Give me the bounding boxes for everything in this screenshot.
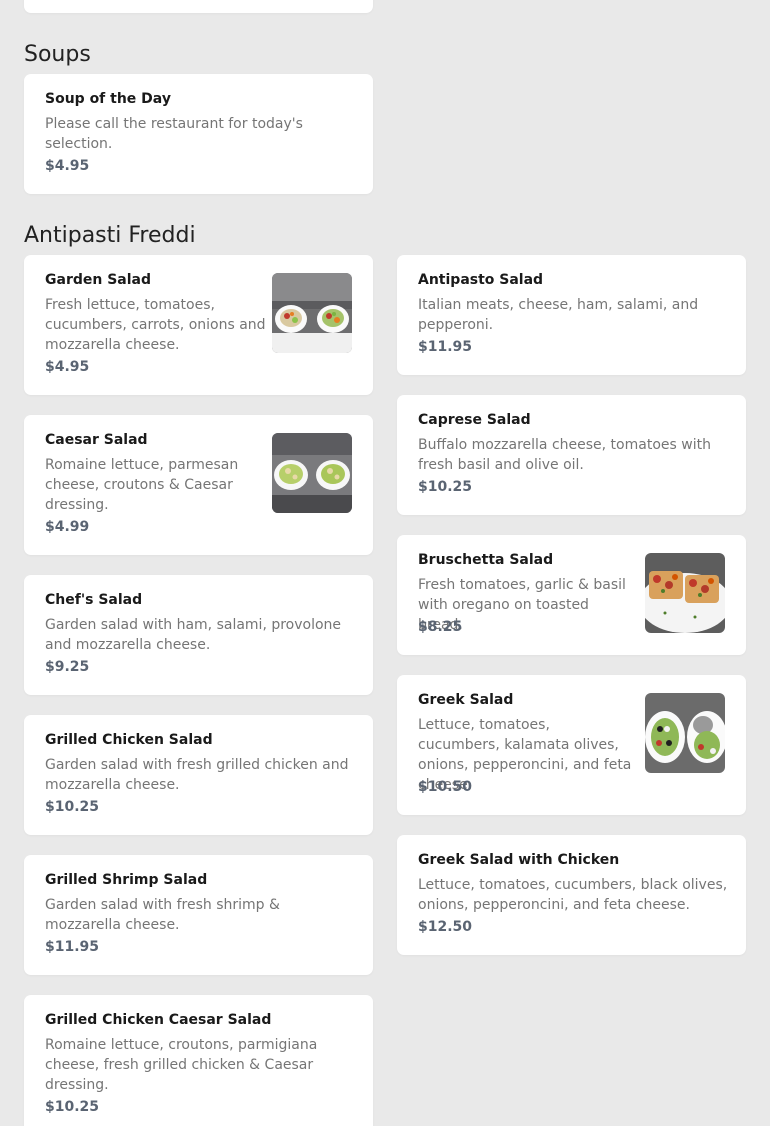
menu-item-greek-salad-with-chicken[interactable]: Greek Salad with Chicken Lettuce, tomato… xyxy=(397,835,746,955)
menu-item-caesar-salad[interactable]: Caesar Salad Romaine lettuce, parmesan c… xyxy=(24,415,373,555)
menu-item-grilled-shrimp-salad[interactable]: Grilled Shrimp Salad Garden salad with f… xyxy=(24,855,373,975)
item-price: $11.95 xyxy=(418,339,473,355)
item-name: Grilled Shrimp Salad xyxy=(45,872,208,888)
menu-item-chefs-salad[interactable]: Chef's Salad Garden salad with ham, sala… xyxy=(24,575,373,695)
item-description: Romaine lettuce, parmesan cheese, crouto… xyxy=(45,457,239,513)
item-price: $10.50 xyxy=(418,779,473,795)
item-price: $4.99 xyxy=(45,519,90,535)
bruschetta-salad-photo xyxy=(645,553,725,633)
item-price: $10.25 xyxy=(418,479,473,495)
item-price: $10.25 xyxy=(45,799,100,815)
item-price: $4.95 xyxy=(45,359,90,375)
menu-item-caprese-salad[interactable]: Caprese Salad Buffalo mozzarella cheese,… xyxy=(397,395,746,515)
item-price: $12.50 xyxy=(418,919,473,935)
menu-item-antipasto-salad[interactable]: Antipasto Salad Italian meats, cheese, h… xyxy=(397,255,746,375)
menu-item-bruschetta-salad[interactable]: Bruschetta Salad Fresh tomatoes, garlic … xyxy=(397,535,746,655)
caesar-salad-photo xyxy=(272,433,352,513)
item-price: $4.95 xyxy=(45,158,90,174)
item-description: Please call the restaurant for today's s… xyxy=(45,116,303,152)
item-description: Garden salad with fresh grilled chicken … xyxy=(45,757,349,793)
menu-item-card-partial[interactable] xyxy=(24,0,373,13)
item-description: Garden salad with fresh shrimp & mozzare… xyxy=(45,897,280,933)
item-price: $8.25 xyxy=(418,619,463,635)
item-name: Caprese Salad xyxy=(418,412,531,428)
item-description: Garden salad with ham, salami, provolone… xyxy=(45,617,342,653)
item-name: Greek Salad xyxy=(418,692,514,708)
menu-item-grilled-chicken-salad[interactable]: Grilled Chicken Salad Garden salad with … xyxy=(24,715,373,835)
menu-item-grilled-chicken-caesar-salad[interactable]: Grilled Chicken Caesar Salad Romaine let… xyxy=(24,995,373,1126)
section-title-soups: Soups xyxy=(24,42,91,67)
item-price: $9.25 xyxy=(45,659,90,675)
item-description: Italian meats, cheese, ham, salami, and … xyxy=(418,297,699,333)
menu-item-greek-salad[interactable]: Greek Salad Lettuce, tomatoes, cucumbers… xyxy=(397,675,746,815)
item-name: Caesar Salad xyxy=(45,432,148,448)
greek-salad-photo xyxy=(645,693,725,773)
item-description: Romaine lettuce, croutons, parmigiana ch… xyxy=(45,1037,318,1093)
item-name: Chef's Salad xyxy=(45,592,143,608)
section-title-antipasti-freddi: Antipasti Freddi xyxy=(24,223,196,248)
item-name: Antipasto Salad xyxy=(418,272,544,288)
item-description: Lettuce, tomatoes, cucumbers, black oliv… xyxy=(418,877,728,913)
item-name: Grilled Chicken Salad xyxy=(45,732,213,748)
item-price: $11.95 xyxy=(45,939,100,955)
item-name: Greek Salad with Chicken xyxy=(418,852,620,868)
item-price: $10.25 xyxy=(45,1099,100,1115)
item-name: Grilled Chicken Caesar Salad xyxy=(45,1012,272,1028)
menu-item-garden-salad[interactable]: Garden Salad Fresh lettuce, tomatoes, cu… xyxy=(24,255,373,395)
item-description: Buffalo mozzarella cheese, tomatoes with… xyxy=(418,437,711,473)
item-description: Fresh lettuce, tomatoes, cucumbers, carr… xyxy=(45,297,266,353)
garden-salad-photo xyxy=(272,273,352,353)
menu-item-soup-of-the-day[interactable]: Soup of the Day Please call the restaura… xyxy=(24,74,373,194)
item-name: Garden Salad xyxy=(45,272,151,288)
item-name: Soup of the Day xyxy=(45,91,171,107)
item-name: Bruschetta Salad xyxy=(418,552,554,568)
